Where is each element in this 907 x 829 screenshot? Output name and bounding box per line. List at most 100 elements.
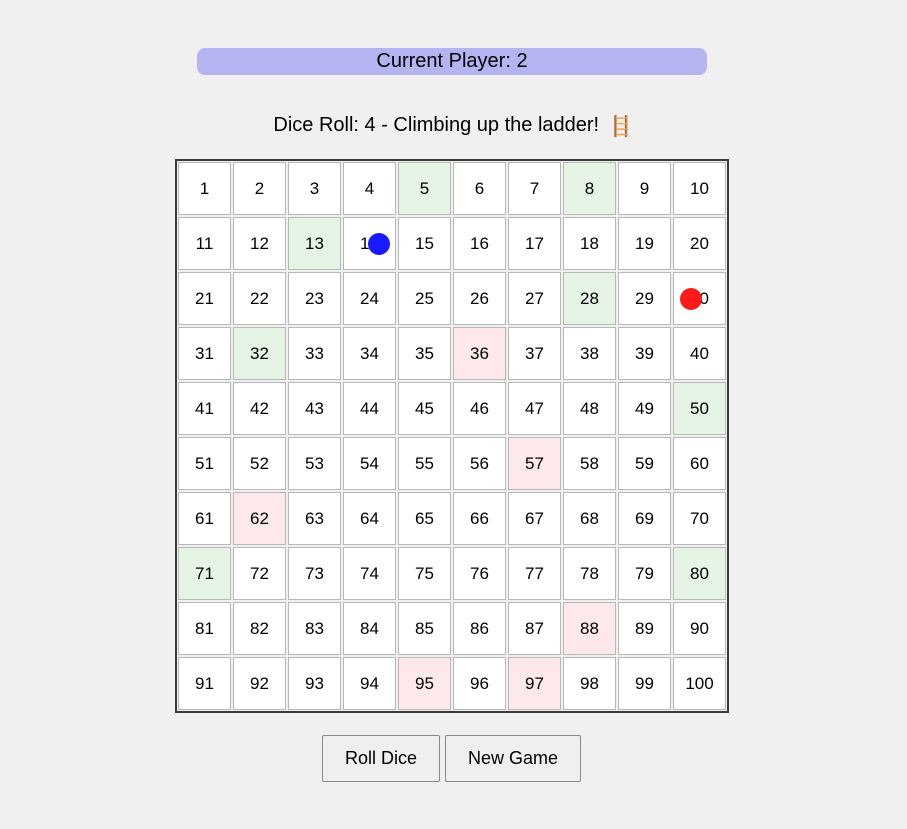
board-cell-90: 90	[673, 602, 726, 655]
board-cell-1: 1	[178, 162, 231, 215]
cell-number: 96	[470, 673, 489, 693]
cell-number: 70	[690, 508, 709, 528]
board-cell-49: 49	[618, 382, 671, 435]
cell-number: 34	[360, 343, 379, 363]
cell-number: 11	[195, 233, 214, 253]
board-cell-27: 27	[508, 272, 561, 325]
cell-number: 78	[580, 563, 599, 583]
board-cell-30: 30	[673, 272, 726, 325]
board-cell-60: 60	[673, 437, 726, 490]
cell-number: 81	[195, 618, 214, 638]
board-cell-2: 2	[233, 162, 286, 215]
cell-number: 49	[635, 398, 654, 418]
cell-number: 83	[305, 618, 324, 638]
cell-number: 38	[580, 343, 599, 363]
board-cell-68: 68	[563, 492, 616, 545]
board-cell-64: 64	[343, 492, 396, 545]
board-cell-73: 73	[288, 547, 341, 600]
cell-number: 48	[580, 398, 599, 418]
board-cell-62: 62	[233, 492, 286, 545]
board-cell-17: 17	[508, 217, 561, 270]
cell-number: 99	[635, 673, 654, 693]
cell-number: 8	[584, 178, 595, 198]
cell-number: 71	[195, 563, 214, 583]
board-cell-46: 46	[453, 382, 506, 435]
board-cell-56: 56	[453, 437, 506, 490]
cell-number: 56	[470, 453, 489, 473]
cell-number: 10	[690, 178, 709, 198]
cell-number: 25	[415, 288, 434, 308]
cell-number: 18	[580, 233, 599, 253]
board-cell-5: 5	[398, 162, 451, 215]
cell-number: 68	[580, 508, 599, 528]
board-cell-14: 14	[343, 217, 396, 270]
board-cell-39: 39	[618, 327, 671, 380]
cell-number: 5	[419, 178, 430, 198]
board-cell-28: 28	[563, 272, 616, 325]
board-cell-33: 33	[288, 327, 341, 380]
board-cell-69: 69	[618, 492, 671, 545]
board-cell-37: 37	[508, 327, 561, 380]
board-cell-67: 67	[508, 492, 561, 545]
cell-number: 93	[305, 673, 324, 693]
board-cell-42: 42	[233, 382, 286, 435]
cell-number: 40	[690, 343, 709, 363]
board-cell-41: 41	[178, 382, 231, 435]
board-cell-86: 86	[453, 602, 506, 655]
board-cell-70: 70	[673, 492, 726, 545]
cell-number: 75	[415, 563, 434, 583]
board-cell-77: 77	[508, 547, 561, 600]
player-1-token	[368, 233, 390, 255]
board-cell-22: 22	[233, 272, 286, 325]
new-game-button[interactable]: New Game	[445, 735, 581, 782]
board-cell-3: 3	[288, 162, 341, 215]
board-cell-31: 31	[178, 327, 231, 380]
dice-roll-text: Dice Roll: 4 - Climbing up the ladder!	[273, 114, 600, 136]
ladder-icon: 🪜	[608, 116, 634, 138]
board-cell-97: 97	[508, 657, 561, 710]
board-cell-51: 51	[178, 437, 231, 490]
board-cell-100: 100	[673, 657, 726, 710]
board-cell-20: 20	[673, 217, 726, 270]
cell-number: 94	[360, 673, 379, 693]
cell-number: 24	[360, 288, 379, 308]
board-cell-55: 55	[398, 437, 451, 490]
board-cell-63: 63	[288, 492, 341, 545]
cell-number: 74	[360, 563, 379, 583]
board-cell-87: 87	[508, 602, 561, 655]
cell-number: 9	[639, 178, 650, 198]
board-cell-79: 79	[618, 547, 671, 600]
cell-number: 84	[360, 618, 379, 638]
board-cell-57: 57	[508, 437, 561, 490]
cell-number: 87	[525, 618, 544, 638]
game-board: 1234567891011121314151617181920212223242…	[175, 159, 729, 713]
board-cell-25: 25	[398, 272, 451, 325]
cell-number: 19	[635, 233, 654, 253]
cell-number: 22	[250, 288, 269, 308]
board-cell-8: 8	[563, 162, 616, 215]
board-cell-82: 82	[233, 602, 286, 655]
cell-number: 69	[635, 508, 654, 528]
board-cell-99: 99	[618, 657, 671, 710]
board-cell-13: 13	[288, 217, 341, 270]
roll-dice-button[interactable]: Roll Dice	[322, 735, 440, 782]
cell-number: 73	[305, 563, 324, 583]
board-cell-93: 93	[288, 657, 341, 710]
cell-number: 89	[635, 618, 654, 638]
cell-number: 52	[250, 453, 269, 473]
board-cell-18: 18	[563, 217, 616, 270]
board-cell-44: 44	[343, 382, 396, 435]
cell-number: 65	[415, 508, 434, 528]
board-cell-81: 81	[178, 602, 231, 655]
player-2-token	[680, 288, 702, 310]
board-cell-34: 34	[343, 327, 396, 380]
board-cell-16: 16	[453, 217, 506, 270]
cell-number: 76	[470, 563, 489, 583]
board-cell-94: 94	[343, 657, 396, 710]
current-player-banner: Current Player: 2	[197, 48, 707, 75]
cell-number: 12	[250, 233, 269, 253]
cell-number: 60	[690, 453, 709, 473]
board-cell-21: 21	[178, 272, 231, 325]
cell-number: 86	[470, 618, 489, 638]
board-cell-84: 84	[343, 602, 396, 655]
